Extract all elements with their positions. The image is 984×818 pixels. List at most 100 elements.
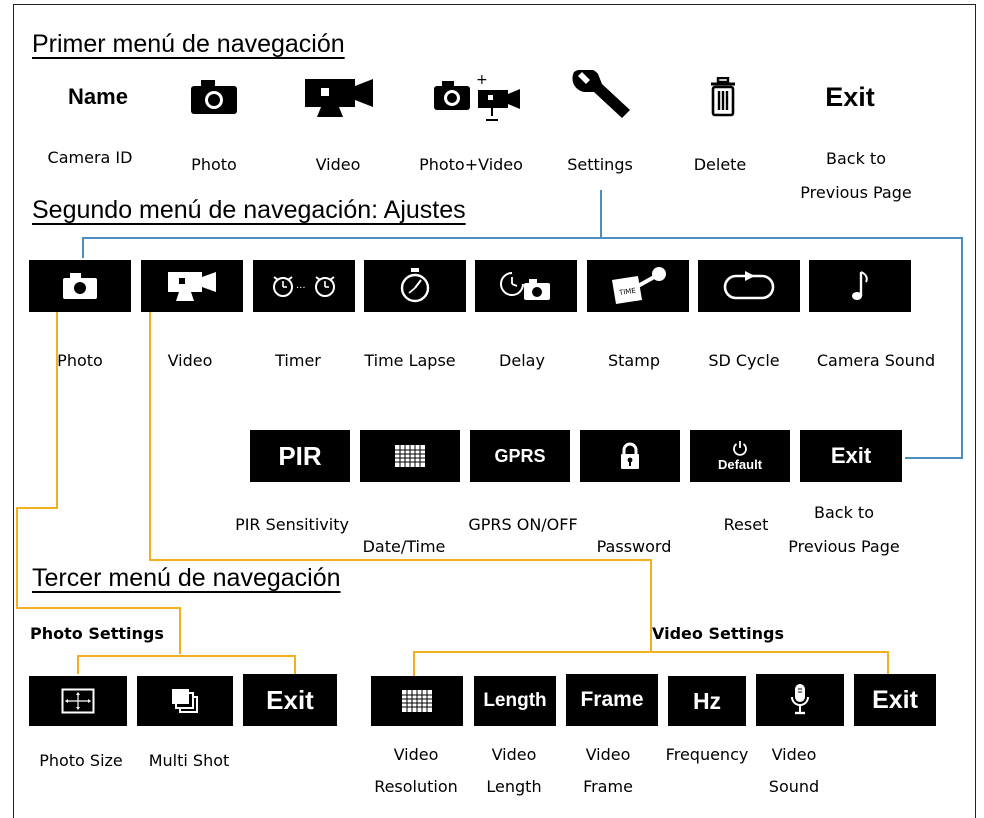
hz-text-icon: Hz [692, 687, 722, 714]
settings-item-video[interactable] [141, 260, 243, 312]
settings-item-delay[interactable] [475, 260, 577, 312]
settings-item-date-time[interactable] [360, 430, 460, 482]
video-item-sound[interactable] [756, 674, 844, 726]
photo-video-icon: + [434, 72, 520, 121]
svg-text:···: ··· [296, 283, 306, 294]
video-camera-icon [305, 79, 373, 117]
stacked-windows-icon [172, 689, 198, 713]
photo-item-exit[interactable]: Exit [243, 674, 337, 726]
default-text-icon: Default [717, 457, 763, 472]
settings-label-photo: Photo [57, 351, 103, 370]
video-label-sound-line2: Sound [768, 777, 820, 796]
microphone-icon [791, 684, 809, 715]
video-label-length-line2: Length [486, 777, 542, 796]
exit-text-icon: Exit [872, 685, 918, 714]
wrench-icon [572, 70, 630, 118]
video-label-resolution-line1: Video [393, 745, 439, 764]
photo-item-photo-size[interactable] [29, 676, 127, 726]
cycle-icon [723, 271, 775, 300]
alarm-clocks-icon: ··· [273, 276, 335, 297]
settings-item-photo[interactable] [29, 260, 131, 312]
settings-item-timer[interactable]: ··· [253, 260, 355, 312]
heading-third-menu: Tercer menú de navegación [32, 564, 341, 592]
camera-icon [191, 80, 237, 114]
settings-item-camera-sound[interactable] [809, 260, 911, 312]
settings-item-exit[interactable]: Exit [800, 430, 902, 482]
video-item-exit[interactable]: Exit [854, 674, 936, 726]
main-item-settings[interactable] [566, 68, 636, 124]
video-settings-bracket [413, 651, 889, 676]
settings-label-stamp: Stamp [608, 351, 660, 370]
photo-settings-title: Photo Settings [30, 624, 164, 643]
photo-item-multi-shot[interactable] [137, 676, 233, 726]
photo-settings-bracket [77, 655, 296, 674]
video-item-resolution[interactable] [371, 676, 463, 726]
main-item-photo-video[interactable]: + [430, 72, 526, 122]
exit-text-icon: Exit [266, 684, 314, 715]
heading-first-menu: Primer menú de navegación [32, 30, 345, 58]
trash-icon [711, 77, 735, 117]
video-item-length[interactable]: Length [474, 676, 556, 726]
main-item-exit[interactable]: Exit [804, 74, 896, 120]
video-label-sound-line1: Video [771, 745, 817, 764]
settings-item-gprs[interactable]: GPRS [470, 430, 570, 482]
gprs-text-icon: GPRS [494, 445, 546, 466]
main-item-photo[interactable] [186, 74, 242, 120]
photo-label-multi-shot: Multi Shot [148, 751, 230, 770]
length-text-icon: Length [483, 690, 547, 711]
power-icon [733, 441, 747, 456]
frame-text-icon: Frame [580, 688, 644, 711]
main-item-camera-id[interactable]: Name [48, 74, 148, 120]
video-label-length-line1: Video [491, 745, 537, 764]
main-label-delete: Delete [693, 155, 747, 174]
main-label-exit-line1: Back to [826, 149, 886, 168]
camera-icon [63, 273, 97, 299]
settings-label-password: Password [596, 537, 672, 556]
resolution-grid-icon [402, 690, 432, 712]
settings-item-pir[interactable]: PIR [250, 430, 350, 482]
pir-text-icon: PIR [278, 440, 322, 471]
main-label-photo: Photo [191, 155, 237, 174]
frame-resize-icon [61, 688, 95, 714]
settings-item-sd-cycle[interactable] [698, 260, 800, 312]
music-note-icon [852, 271, 868, 300]
exit-text-icon: Exit [830, 443, 872, 468]
main-label-video: Video [315, 155, 361, 174]
settings-item-password[interactable] [580, 430, 680, 482]
name-text-icon: Name [68, 84, 128, 109]
settings-label-exit-line1: Back to [814, 503, 874, 522]
exit-text-icon: Exit [825, 81, 875, 112]
video-label-frame-line2: Frame [583, 777, 633, 796]
video-camera-icon [168, 272, 216, 301]
main-label-exit-line2: Previous Page [800, 183, 912, 202]
video-item-frame[interactable]: Frame [566, 674, 658, 726]
delay-camera-icon [500, 272, 550, 300]
settings-item-stamp[interactable]: TIME [587, 260, 689, 312]
settings-label-delay: Delay [499, 351, 545, 370]
svg-text:+: + [476, 72, 488, 88]
settings-label-timer: Timer [275, 351, 321, 370]
settings-item-time-lapse[interactable] [364, 260, 466, 312]
navigation-menu-diagram: Primer menú de navegación Segundo menú d… [0, 0, 984, 818]
main-label-photo-video: Photo+Video [419, 155, 523, 174]
main-label-camera-id: Camera ID [47, 148, 133, 167]
stamp-icon: TIME [612, 267, 666, 304]
main-item-video[interactable] [300, 74, 380, 120]
video-item-frequency[interactable]: Hz [668, 676, 746, 726]
settings-label-exit-line2: Previous Page [788, 537, 900, 556]
settings-label-video: Video [167, 351, 213, 370]
video-label-frame-line1: Video [585, 745, 631, 764]
padlock-icon [621, 442, 639, 469]
settings-label-time-lapse: Time Lapse [364, 351, 456, 370]
photo-label-photo-size: Photo Size [39, 751, 123, 770]
video-label-resolution-line2: Resolution [374, 777, 458, 796]
main-label-settings: Settings [567, 155, 633, 174]
settings-label-sd-cycle: SD Cycle [708, 351, 780, 370]
main-item-delete[interactable] [698, 72, 748, 122]
stopwatch-icon [400, 268, 430, 303]
calendar-grid-icon [395, 445, 425, 467]
video-settings-title: Video Settings [652, 624, 784, 643]
settings-item-reset[interactable]: Default [690, 430, 790, 482]
settings-label-camera-sound: Camera Sound [816, 351, 936, 370]
heading-second-menu: Segundo menú de navegación: Ajustes [32, 196, 466, 224]
